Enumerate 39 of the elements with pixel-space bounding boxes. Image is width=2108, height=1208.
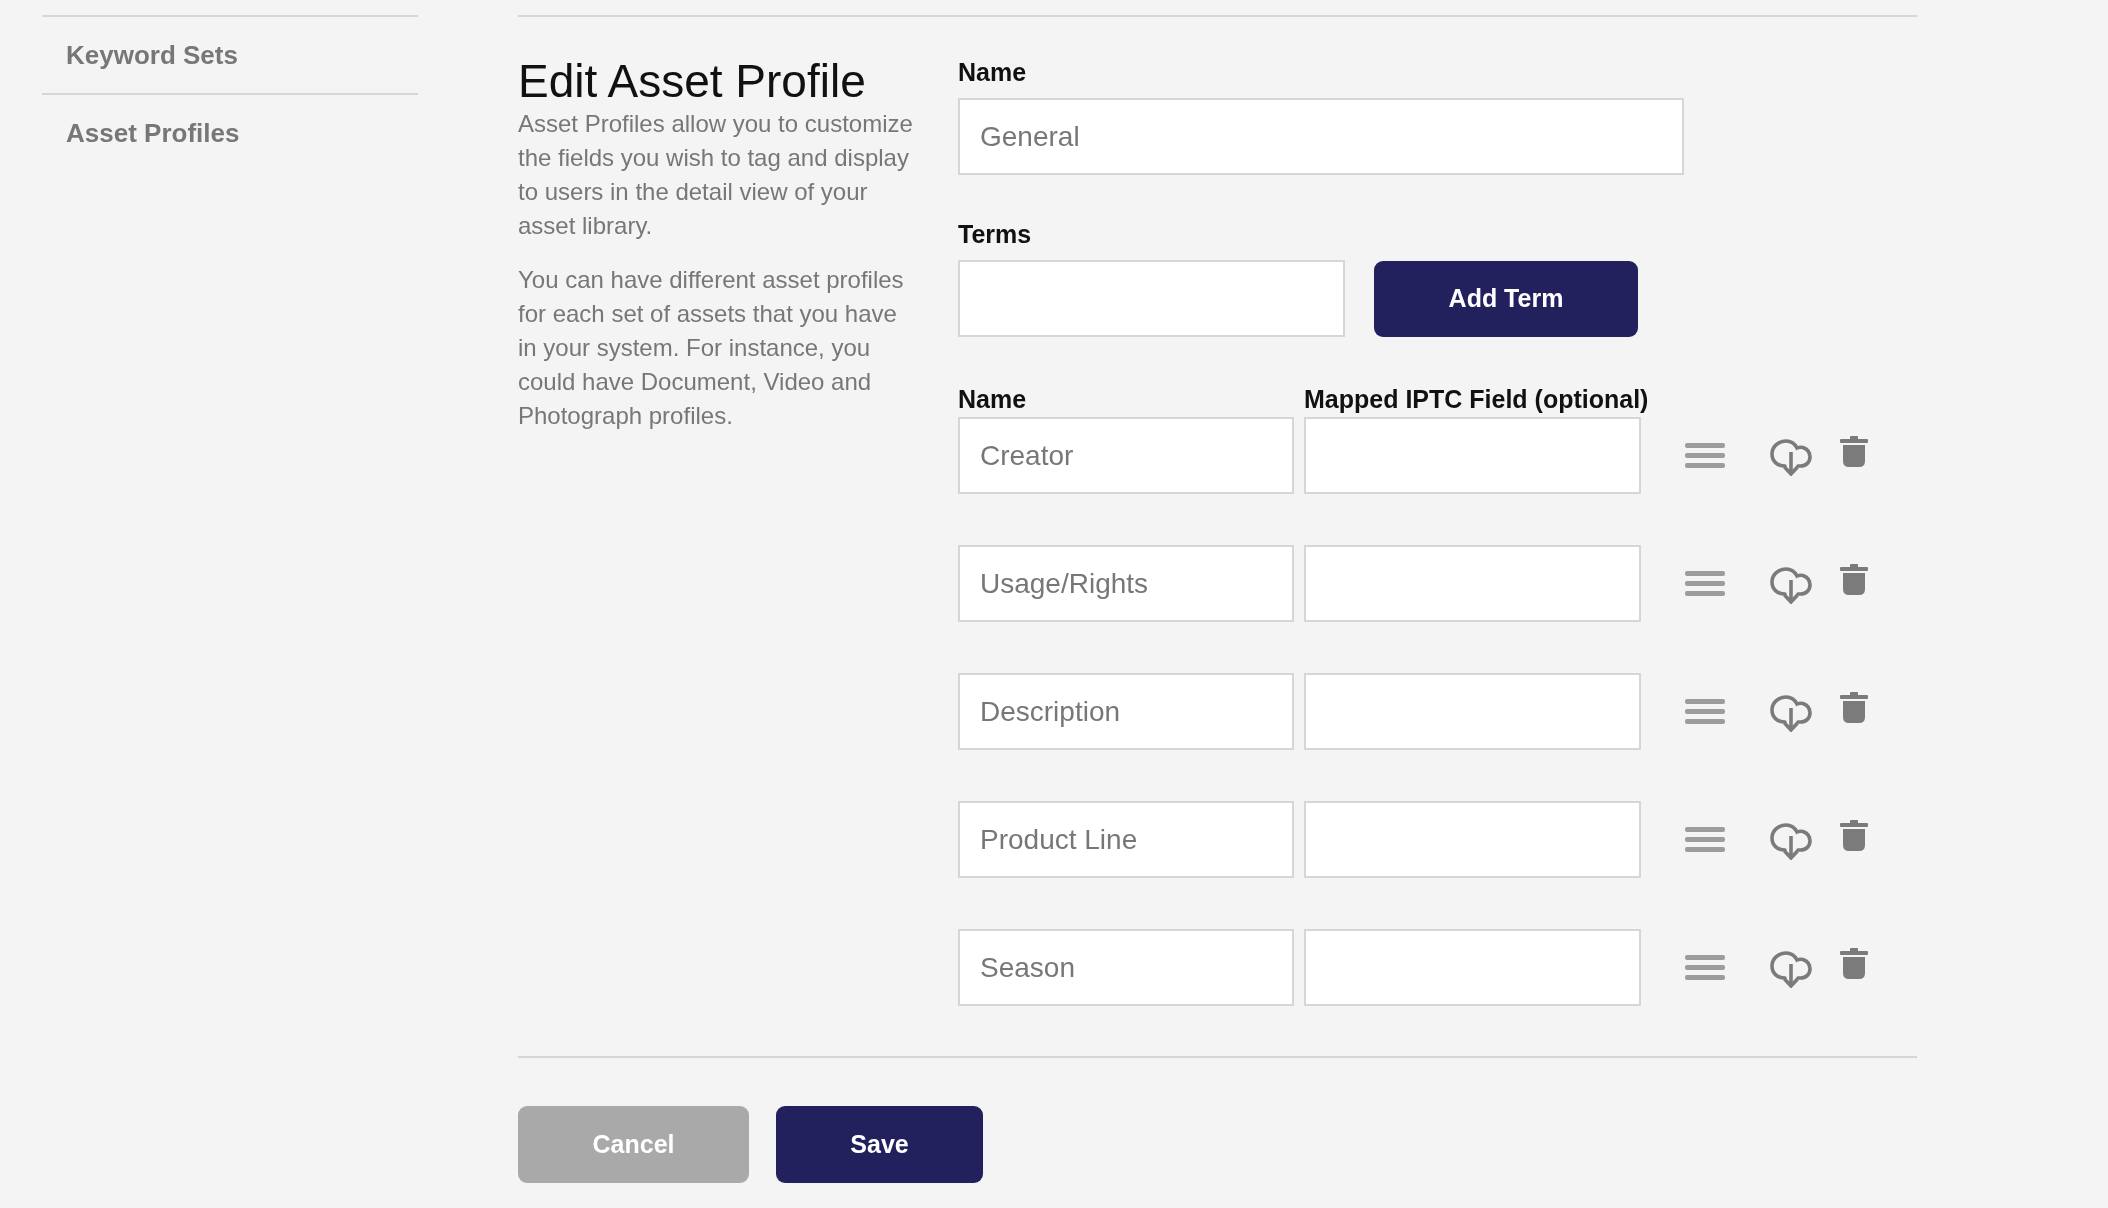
trash-icon[interactable] (1840, 948, 1868, 979)
trash-icon[interactable] (1840, 564, 1868, 595)
iptc-field-input[interactable] (1304, 545, 1641, 622)
column-header: Name (958, 384, 1028, 414)
cloud-download-icon[interactable] (1770, 949, 1812, 988)
page-title: Edit Asset Profile (518, 55, 866, 107)
cloud-download-icon[interactable] (1770, 565, 1812, 604)
hamburger-icon[interactable] (1685, 826, 1725, 853)
name-input[interactable]: General (958, 98, 1684, 175)
column-header: Mapped IPTC Field (optional) (1304, 384, 1649, 414)
cloud-download-icon[interactable] (1770, 821, 1812, 860)
hamburger-icon[interactable] (1685, 954, 1725, 981)
iptc-field-input[interactable] (1304, 417, 1641, 494)
save-button[interactable]: Save (776, 1106, 983, 1183)
term-name-input[interactable]: Creator (958, 417, 1294, 494)
cloud-download-icon[interactable] (1770, 693, 1812, 732)
hamburger-icon[interactable] (1685, 570, 1725, 597)
add-term-button[interactable]: Add Term (1374, 260, 1638, 337)
iptc-field-input[interactable] (1304, 929, 1641, 1006)
field-label: Name (958, 57, 1027, 87)
term-input[interactable] (958, 260, 1345, 337)
cancel-button[interactable]: Cancel (518, 1106, 749, 1183)
cloud-download-icon[interactable] (1770, 437, 1812, 476)
iptc-field-input[interactable] (1304, 673, 1641, 750)
term-name-input[interactable]: Description (958, 673, 1294, 750)
term-name-input[interactable]: Season (958, 929, 1294, 1006)
term-name-input[interactable]: Usage/Rights (958, 545, 1294, 622)
description-text: You can have different asset profiles for each set of assets that you have in your system. For instance, you could have Document, Video and Photograph profiles. (518, 265, 905, 431)
iptc-field-input[interactable] (1304, 801, 1641, 878)
term-name-input[interactable]: Product Line (958, 801, 1294, 878)
field-label: Terms (958, 219, 1032, 249)
sidebar-item[interactable]: Keyword Sets (42, 15, 418, 93)
hamburger-icon[interactable] (1685, 698, 1725, 725)
sidebar-item[interactable]: Asset Profiles (42, 93, 418, 171)
trash-icon[interactable] (1840, 436, 1868, 467)
description-text: Asset Profiles allow you to customize the fields you wish to tag and display to users in the detail view of your asset library. (518, 109, 914, 241)
trash-icon[interactable] (1840, 692, 1868, 723)
trash-icon[interactable] (1840, 820, 1868, 851)
hamburger-icon[interactable] (1685, 442, 1725, 469)
